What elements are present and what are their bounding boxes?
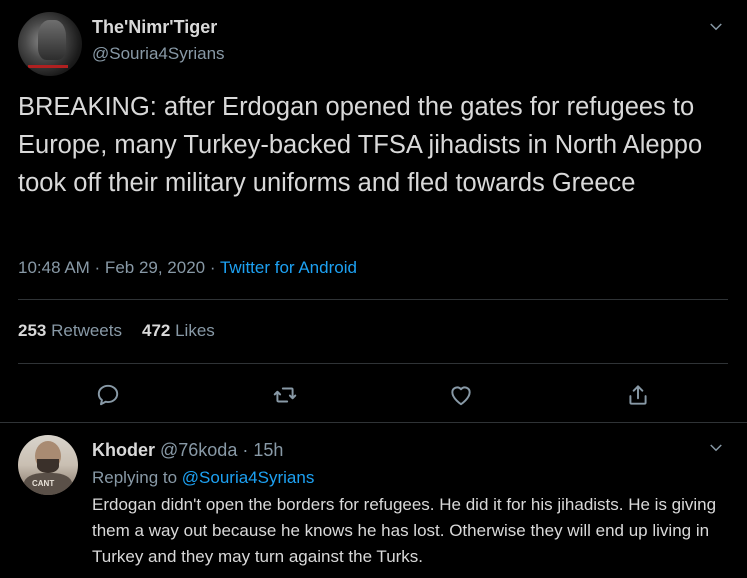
retweets-stat[interactable]: 253 Retweets bbox=[18, 321, 122, 340]
likes-label: Likes bbox=[175, 321, 215, 340]
reply-tweet[interactable]: CANT Khoder @76koda · 15h Replying to @S… bbox=[0, 423, 747, 578]
reply-author-line: Khoder @76koda · 15h bbox=[92, 440, 283, 461]
main-tweet: The'Nimr'Tiger @Souria4Syrians BREAKING:… bbox=[0, 0, 747, 422]
avatar-figure bbox=[38, 20, 66, 60]
reply-text: Erdogan didn't open the borders for refu… bbox=[92, 495, 717, 566]
likes-count: 472 bbox=[141, 321, 171, 340]
replying-to: Replying to @Souria4Syrians bbox=[92, 468, 314, 488]
likes-stat[interactable]: 472 Likes bbox=[142, 321, 215, 340]
tweet-source[interactable]: Twitter for Android bbox=[220, 258, 357, 277]
reply-handle-time[interactable]: @76koda · 15h bbox=[155, 440, 283, 460]
tweet-meta: 10:48 AM · Feb 29, 2020 · Twitter for An… bbox=[18, 258, 357, 278]
avatar[interactable] bbox=[18, 12, 82, 76]
chevron-down-icon[interactable] bbox=[707, 18, 725, 36]
divider bbox=[18, 363, 728, 364]
avatar-beard bbox=[37, 459, 59, 473]
author-handle[interactable]: @Souria4Syrians bbox=[92, 44, 225, 64]
tweet-timestamp[interactable]: 10:48 AM · Feb 29, 2020 · bbox=[18, 258, 220, 277]
share-icon[interactable] bbox=[625, 382, 651, 408]
retweets-count: 253 bbox=[18, 321, 47, 340]
reply-icon[interactable] bbox=[95, 382, 121, 408]
avatar[interactable]: CANT bbox=[18, 435, 78, 495]
retweets-label: Retweets bbox=[51, 321, 122, 340]
tweet-stats: 253 Retweets 472 Likes bbox=[18, 321, 215, 341]
replying-prefix: Replying to bbox=[92, 468, 182, 487]
tweet-text: BREAKING: after Erdogan opened the gates… bbox=[18, 93, 703, 197]
chevron-down-icon[interactable] bbox=[707, 439, 725, 457]
reply-author-name[interactable]: Khoder bbox=[92, 440, 155, 460]
retweet-icon[interactable] bbox=[272, 382, 298, 408]
author-name[interactable]: The'Nimr'Tiger bbox=[92, 17, 217, 38]
divider bbox=[18, 299, 728, 300]
heart-icon[interactable] bbox=[448, 382, 474, 408]
replying-mention[interactable]: @Souria4Syrians bbox=[182, 468, 315, 487]
avatar-shirt-text: CANT bbox=[32, 479, 55, 488]
avatar-stripe bbox=[28, 65, 68, 68]
